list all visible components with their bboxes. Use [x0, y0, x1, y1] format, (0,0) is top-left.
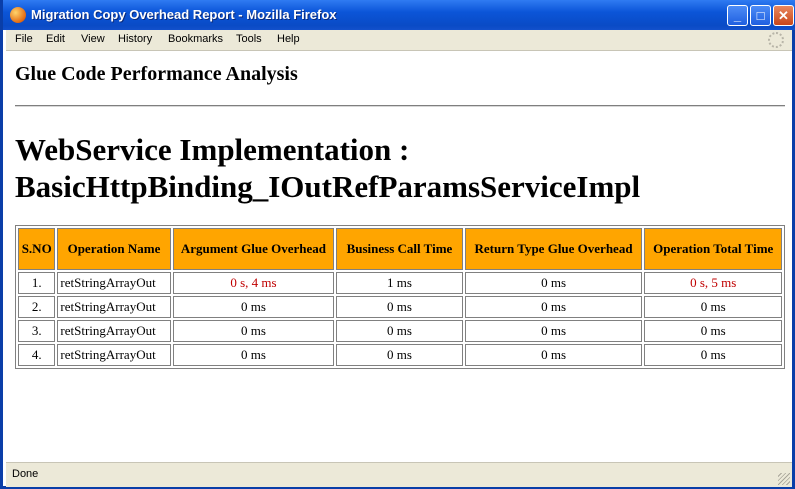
minimize-button[interactable]: _	[727, 5, 748, 26]
menu-tools[interactable]: Tools	[236, 33, 262, 45]
throbber-icon	[768, 32, 784, 48]
menu-bar: File Edit View History Bookmarks Tools H…	[6, 30, 792, 51]
cell-operation: retStringArrayOut	[57, 296, 171, 318]
firefox-icon	[10, 7, 26, 23]
header-business-call-time: Business Call Time	[336, 228, 463, 270]
cell-total-time: 0 ms	[644, 296, 782, 318]
table-header-row: S.NO Operation Name Argument Glue Overhe…	[18, 228, 782, 270]
cell-call-time: 0 ms	[336, 296, 463, 318]
status-bar: Done	[6, 462, 792, 487]
table-row: 1. retStringArrayOut 0 s, 4 ms 1 ms 0 ms…	[18, 272, 782, 294]
table-row: 4. retStringArrayOut 0 ms 0 ms 0 ms 0 ms	[18, 344, 782, 366]
cell-total-time: 0 ms	[644, 320, 782, 342]
menu-history[interactable]: History	[118, 33, 152, 45]
header-argument-glue-overhead: Argument Glue Overhead	[172, 228, 335, 270]
cell-total-time: 0 ms	[644, 344, 782, 366]
cell-arg-overhead: 0 s, 4 ms	[172, 272, 335, 294]
cell-arg-overhead: 0 ms	[172, 320, 335, 342]
divider	[15, 105, 785, 107]
cell-call-time: 1 ms	[336, 272, 463, 294]
performance-table: S.NO Operation Name Argument Glue Overhe…	[15, 225, 785, 369]
menu-bookmarks[interactable]: Bookmarks	[168, 33, 223, 45]
menu-help[interactable]: Help	[277, 33, 300, 45]
table-row: 3. retStringArrayOut 0 ms 0 ms 0 ms 0 ms	[18, 320, 782, 342]
cell-sno: 1.	[18, 272, 56, 294]
cell-operation: retStringArrayOut	[57, 272, 171, 294]
resize-grip-icon[interactable]	[778, 473, 790, 485]
menu-view[interactable]: View	[81, 33, 105, 45]
menu-edit[interactable]: Edit	[46, 33, 65, 45]
maximize-button[interactable]: □	[750, 5, 771, 26]
cell-ret-overhead: 0 ms	[464, 320, 643, 342]
cell-ret-overhead: 0 ms	[464, 272, 643, 294]
page-content: Glue Code Performance Analysis WebServic…	[6, 51, 792, 462]
cell-ret-overhead: 0 ms	[464, 296, 643, 318]
cell-operation: retStringArrayOut	[57, 344, 171, 366]
cell-call-time: 0 ms	[336, 344, 463, 366]
page-title: WebService Implementation : BasicHttpBin…	[15, 132, 641, 204]
title-bar[interactable]: Migration Copy Overhead Report - Mozilla…	[3, 0, 795, 30]
table-row: 2. retStringArrayOut 0 ms 0 ms 0 ms 0 ms	[18, 296, 782, 318]
cell-call-time: 0 ms	[336, 320, 463, 342]
page-heading: Glue Code Performance Analysis	[15, 63, 298, 85]
window-title: Migration Copy Overhead Report - Mozilla…	[31, 7, 337, 22]
menu-file[interactable]: File	[15, 33, 33, 45]
cell-ret-overhead: 0 ms	[464, 344, 643, 366]
cell-arg-overhead: 0 ms	[172, 344, 335, 366]
cell-sno: 3.	[18, 320, 56, 342]
cell-operation: retStringArrayOut	[57, 320, 171, 342]
cell-sno: 4.	[18, 344, 56, 366]
browser-window: Migration Copy Overhead Report - Mozilla…	[0, 0, 795, 489]
status-text: Done	[12, 468, 39, 480]
header-return-type-glue-overhead: Return Type Glue Overhead	[464, 228, 643, 270]
cell-total-time: 0 s, 5 ms	[644, 272, 782, 294]
header-operation-total-time: Operation Total Time	[644, 228, 782, 270]
header-operation-name: Operation Name	[57, 228, 171, 270]
cell-sno: 2.	[18, 296, 56, 318]
cell-arg-overhead: 0 ms	[172, 296, 335, 318]
header-sno: S.NO	[18, 228, 56, 270]
close-button[interactable]: ✕	[773, 5, 794, 26]
